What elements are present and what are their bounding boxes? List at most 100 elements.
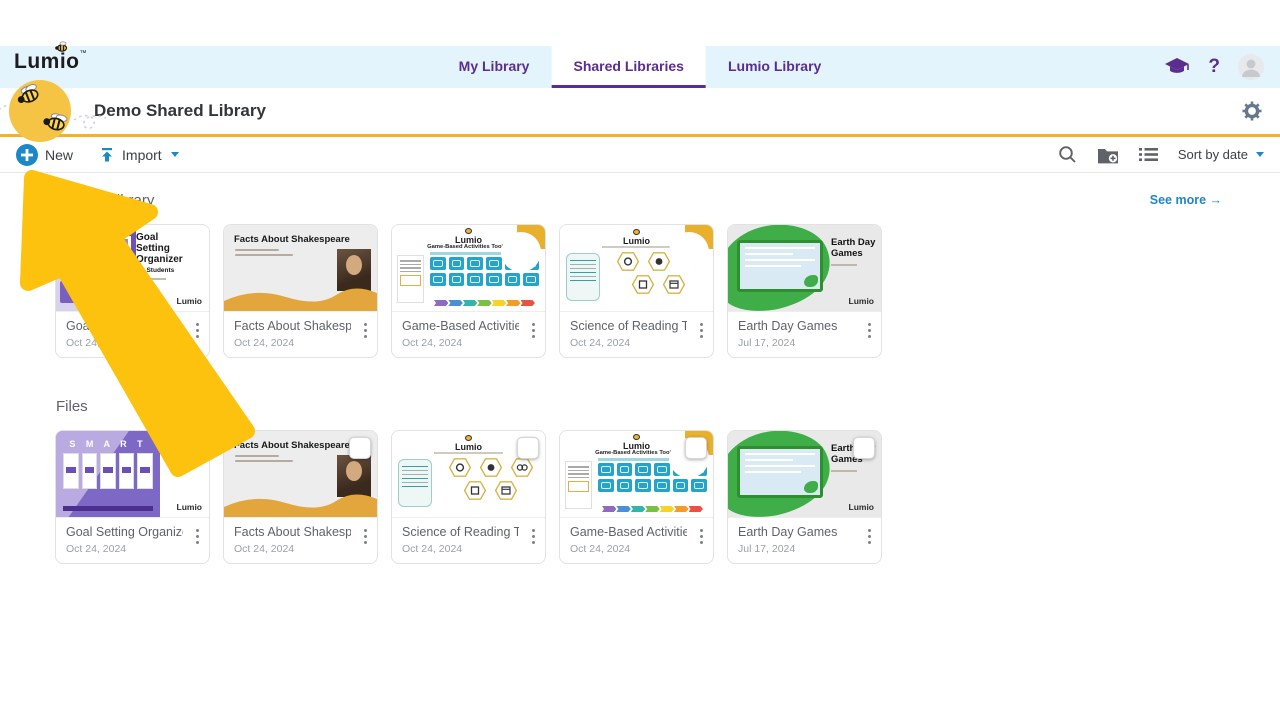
card-menu-button[interactable] [868, 323, 872, 341]
import-upload-icon [99, 147, 115, 162]
card-science-reading-file[interactable]: Lumio [391, 430, 546, 564]
card-goal-setting[interactable]: GoalSettingOrganizer for Students Lumio … [55, 224, 210, 358]
card-date: Oct 24, 2024 [570, 543, 687, 555]
card-goal-setting-file[interactable]: S M A R T Lumio Goal Setting Organizers … [55, 430, 210, 564]
card-footer: Facts About Shakespe... Oct 24, 2024 [224, 312, 377, 357]
new-folder-icon[interactable] [1097, 146, 1119, 164]
yellow-wave [224, 285, 377, 311]
section-heading: Shared Library [56, 192, 154, 209]
select-checkbox[interactable] [685, 437, 707, 459]
card-menu-button[interactable] [532, 323, 536, 341]
thumbnail-game-based: Lumio Game-Based Activities Toolkit [392, 225, 545, 312]
import-button[interactable]: Import [99, 147, 179, 163]
card-game-based-file[interactable]: Lumio Game-Based Activities Toolkit Game… [559, 430, 714, 564]
card-date: Oct 24, 2024 [570, 337, 687, 349]
card-footer: Goal Setting Organizers Oct 24, 2024 [56, 312, 209, 357]
lumio-library-screen: Lumio™ My Library Shared Libraries Lumio… [0, 0, 1280, 720]
section-heading: Files [56, 398, 88, 415]
top-right-icons: ? [1164, 46, 1264, 88]
card-menu-button[interactable] [196, 529, 200, 547]
card-footer: Earth Day Games Jul 17, 2024 [728, 518, 881, 563]
plus-icon [16, 144, 38, 166]
card-date: Oct 24, 2024 [234, 543, 351, 555]
lumio-logo[interactable]: Lumio™ [14, 50, 87, 74]
card-footer: Game-Based Activities... Oct 24, 2024 [392, 312, 545, 357]
card-earth-day[interactable]: Earth DayGames Lumio Earth Day Games Jul… [727, 224, 882, 358]
card-title: Earth Day Games [738, 319, 855, 333]
card-title: Goal Setting Organizers [66, 319, 183, 333]
card-menu-button[interactable] [700, 323, 704, 341]
card-footer: Goal Setting Organizers Oct 24, 2024 [56, 518, 209, 563]
library-tabs: My Library Shared Libraries Lumio Librar… [437, 46, 844, 88]
tab-shared-libraries[interactable]: Shared Libraries [551, 46, 706, 88]
top-navigation-bar: Lumio™ My Library Shared Libraries Lumio… [0, 46, 1280, 88]
thumbnail-smart-goals: S M A R T Lumio [56, 431, 209, 518]
shared-library-card-row: GoalSettingOrganizer for Students Lumio … [55, 224, 1280, 358]
search-icon[interactable] [1058, 145, 1077, 164]
card-title: Earth Day Games [738, 525, 855, 539]
card-footer: Science of Reading To... Oct 24, 2024 [392, 518, 545, 563]
library-bee-avatar [0, 78, 118, 146]
import-label: Import [122, 147, 162, 163]
card-footer: Science of Reading To... Oct 24, 2024 [560, 312, 713, 357]
earth-day-slide [737, 240, 823, 292]
help-button[interactable]: ? [1208, 56, 1220, 78]
card-date: Jul 17, 2024 [738, 543, 855, 555]
card-footer: Earth Day Games Jul 17, 2024 [728, 312, 881, 357]
tab-lumio-library[interactable]: Lumio Library [706, 46, 843, 88]
library-toolbar: New Import [0, 137, 1280, 173]
card-date: Oct 24, 2024 [402, 337, 519, 349]
card-menu-button[interactable] [700, 529, 704, 547]
card-date: Oct 24, 2024 [234, 337, 351, 349]
logo-tm: ™ [80, 50, 87, 57]
settings-gear-icon[interactable] [1242, 101, 1262, 121]
card-title: Science of Reading To... [570, 319, 687, 333]
card-date: Jul 17, 2024 [738, 337, 855, 349]
files-card-row: S M A R T Lumio Goal Setting Organizers … [55, 430, 1280, 564]
card-game-based[interactable]: Lumio Game-Based Activities Toolkit Game… [391, 224, 546, 358]
see-more-link[interactable]: See more → [1150, 193, 1222, 207]
card-menu-button[interactable] [364, 529, 368, 547]
tab-my-library[interactable]: My Library [437, 46, 552, 88]
thumbnail-game-based: Lumio Game-Based Activities Toolkit [560, 431, 713, 518]
account-avatar[interactable] [1238, 54, 1264, 80]
card-title: Game-Based Activities... [402, 319, 519, 333]
card-date: Oct 24, 2024 [66, 337, 183, 349]
logo-bee-icon [54, 41, 70, 53]
logo-text: Lumio [14, 50, 80, 73]
select-checkbox[interactable] [853, 437, 875, 459]
card-menu-button[interactable] [532, 529, 536, 547]
page-title: Demo Shared Library [94, 88, 266, 134]
see-more-arrow-icon: → [1210, 193, 1223, 207]
card-science-reading[interactable]: Lumio [559, 224, 714, 358]
card-shakespeare-file[interactable]: Facts About Shakespeare Facts About Shak… [223, 430, 378, 564]
graduation-cap-icon[interactable] [1164, 57, 1190, 77]
thumbnail-goal-setting: GoalSettingOrganizer for Students Lumio [56, 225, 209, 312]
list-view-icon[interactable] [1139, 147, 1158, 162]
new-label: New [45, 147, 73, 163]
thumbnail-science-reading: Lumio [392, 431, 545, 518]
library-content: Shared Library See more → GoalSettingOrg… [0, 174, 1280, 720]
card-menu-button[interactable] [364, 323, 368, 341]
new-button[interactable]: New [16, 144, 73, 166]
thumbnail-shakespeare: Facts About Shakespeare [224, 431, 377, 518]
card-shakespeare[interactable]: Facts About Shakespeare Facts About Shak… [223, 224, 378, 358]
select-checkbox[interactable] [349, 437, 371, 459]
yellow-wave [224, 491, 377, 517]
card-date: Oct 24, 2024 [402, 543, 519, 555]
card-menu-button[interactable] [868, 529, 872, 547]
thumbnail-shakespeare: Facts About Shakespeare [224, 225, 377, 312]
section-files-header: Files [56, 398, 1222, 418]
card-menu-button[interactable] [196, 323, 200, 341]
corner-fold [685, 225, 713, 249]
sort-caret-icon [1256, 152, 1264, 157]
card-title: Goal Setting Organizers [66, 525, 183, 539]
sort-by-date-dropdown[interactable]: Sort by date [1178, 147, 1264, 162]
card-title: Facts About Shakespe... [234, 319, 351, 333]
card-title: Game-Based Activities... [570, 525, 687, 539]
select-checkbox[interactable] [517, 437, 539, 459]
thumbnail-science-reading: Lumio [560, 225, 713, 312]
section-shared-library-header: Shared Library See more → [56, 192, 1222, 212]
card-earth-day-file[interactable]: Earth DayGames Lumio Earth Day Games Jul… [727, 430, 882, 564]
card-title: Science of Reading To... [402, 525, 519, 539]
